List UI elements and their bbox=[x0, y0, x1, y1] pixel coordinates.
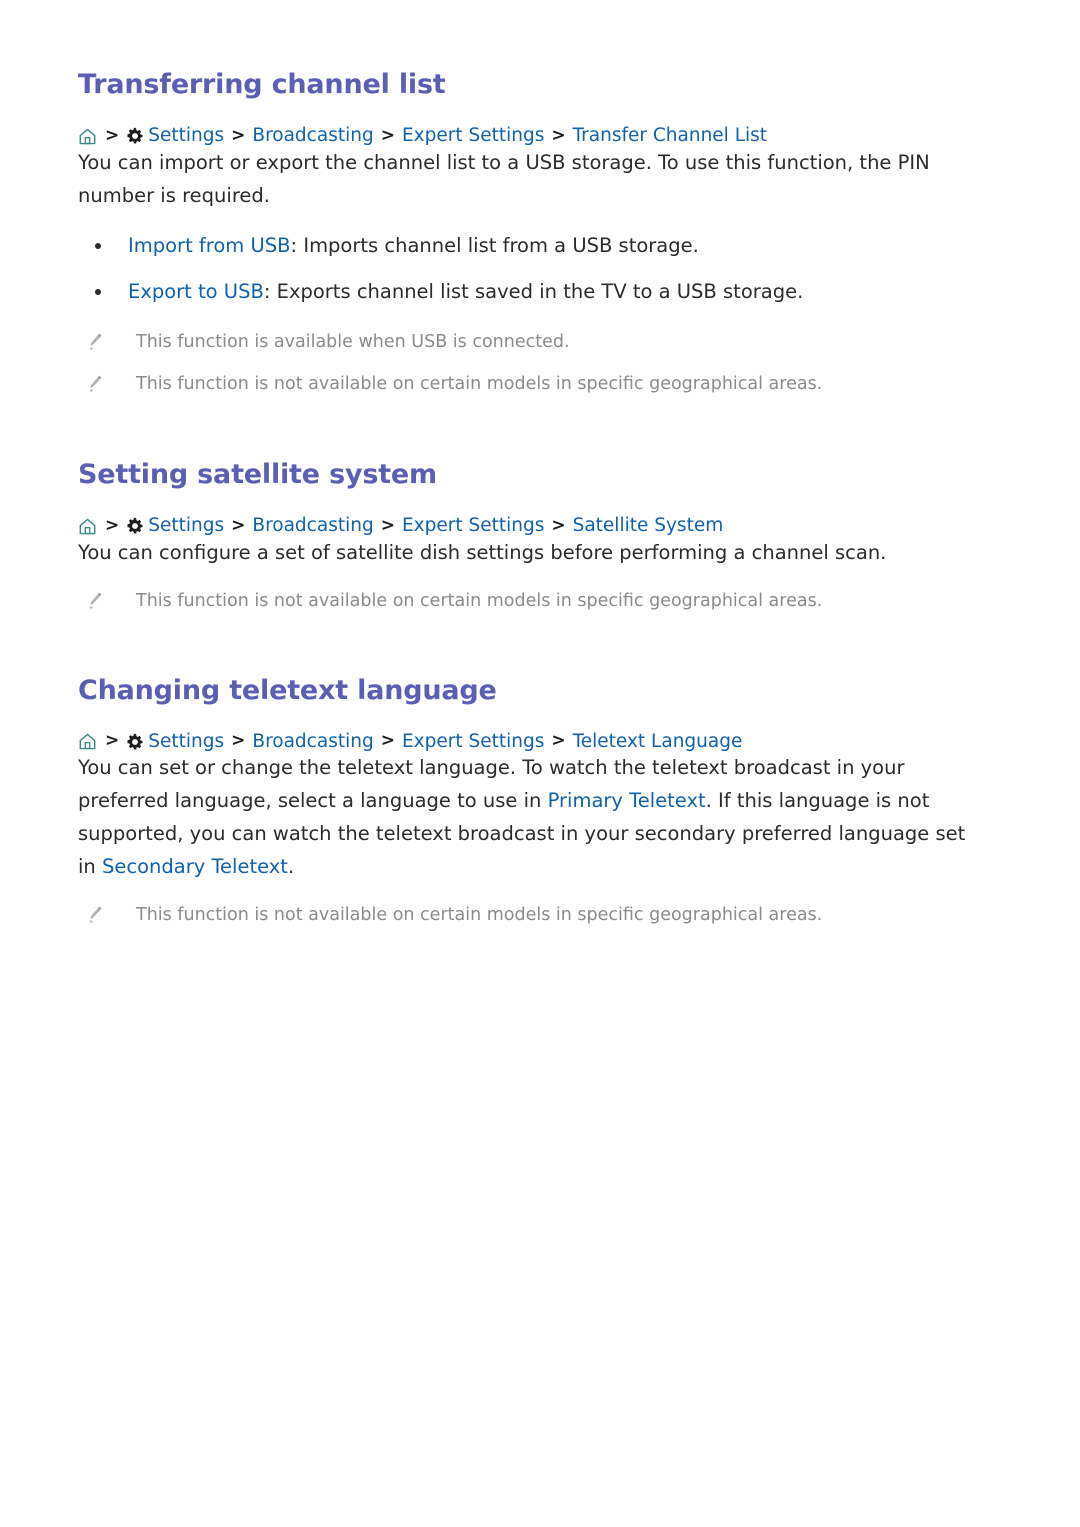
bullet-list: Import from USB: Imports channel list fr… bbox=[78, 231, 1002, 307]
breadcrumb[interactable]: > Settings > Broadcasting > Expert Setti… bbox=[78, 515, 1002, 536]
breadcrumb[interactable]: > Settings > Broadcasting > Expert Setti… bbox=[78, 125, 1002, 146]
breadcrumb-item-settings[interactable]: Settings bbox=[148, 516, 224, 536]
gear-icon[interactable] bbox=[126, 733, 144, 751]
pencil-icon bbox=[87, 374, 104, 393]
section-paragraph: You can set or change the teletext langu… bbox=[78, 751, 978, 883]
home-icon[interactable] bbox=[78, 732, 97, 751]
bullet-separator: : bbox=[263, 279, 277, 303]
link-secondary-teletext[interactable]: Secondary Teletext bbox=[102, 855, 288, 878]
bullet-description: Exports channel list saved in the TV to … bbox=[276, 279, 804, 303]
note-text: This function is not available on certai… bbox=[136, 905, 823, 926]
list-item: Export to USB: Exports channel list save… bbox=[78, 277, 1002, 307]
home-icon[interactable] bbox=[78, 517, 97, 536]
breadcrumb-item-expert-settings[interactable]: Expert Settings bbox=[402, 126, 544, 146]
gear-icon[interactable] bbox=[126, 517, 144, 535]
breadcrumb-separator: > bbox=[231, 125, 246, 146]
breadcrumb-separator: > bbox=[551, 515, 566, 535]
pencil-icon bbox=[87, 332, 104, 351]
pencil-icon bbox=[87, 905, 104, 924]
pencil-icon bbox=[87, 591, 104, 610]
note-line: This function is not available on certai… bbox=[78, 371, 1002, 397]
page-title: Changing teletext language bbox=[78, 674, 497, 706]
breadcrumb-separator: > bbox=[105, 730, 120, 751]
breadcrumb-separator: > bbox=[380, 125, 395, 146]
breadcrumb-item-satellite-system[interactable]: Satellite System bbox=[573, 516, 724, 536]
note-text: This function is not available on certai… bbox=[136, 590, 823, 611]
home-icon[interactable] bbox=[78, 127, 97, 146]
breadcrumb-separator: > bbox=[380, 515, 395, 535]
page-title: Transferring channel list bbox=[78, 69, 446, 100]
note-line: This function is not available on certai… bbox=[78, 588, 1002, 614]
breadcrumb-separator: > bbox=[231, 515, 246, 535]
section-paragraph: You can configure a set of satellite dis… bbox=[78, 540, 887, 564]
section-transferring-channel-list: Transferring channel list > Settings > B… bbox=[78, 0, 1002, 397]
list-item: Import from USB: Imports channel list fr… bbox=[78, 231, 1002, 261]
breadcrumb-item-transfer-channel-list[interactable]: Transfer Channel List bbox=[573, 126, 767, 146]
breadcrumb[interactable]: > Settings > Broadcasting > Expert Setti… bbox=[78, 732, 1002, 751]
bullet-description: Imports channel list from a USB storage. bbox=[303, 233, 699, 257]
breadcrumb-item-settings[interactable]: Settings bbox=[148, 126, 224, 146]
bullet-dot-icon bbox=[95, 288, 101, 295]
note-line: This function is available when USB is c… bbox=[78, 329, 1002, 355]
breadcrumb-separator: > bbox=[105, 515, 120, 535]
bullet-term-import-from-usb[interactable]: Import from USB bbox=[128, 234, 291, 257]
section-setting-satellite-system: Setting satellite system > Settings > Br… bbox=[78, 397, 1002, 614]
breadcrumb-item-expert-settings[interactable]: Expert Settings bbox=[402, 732, 544, 752]
breadcrumb-item-broadcasting[interactable]: Broadcasting bbox=[252, 126, 373, 146]
link-primary-teletext[interactable]: Primary Teletext bbox=[548, 789, 706, 812]
note-text: This function is available when USB is c… bbox=[136, 331, 570, 352]
breadcrumb-item-settings[interactable]: Settings bbox=[148, 732, 224, 752]
section-changing-teletext-language: Changing teletext language > Settings > … bbox=[78, 614, 1002, 929]
document-page: Transferring channel list > Settings > B… bbox=[0, 0, 1080, 928]
page-title: Setting satellite system bbox=[78, 458, 437, 490]
breadcrumb-separator: > bbox=[380, 730, 395, 751]
paragraph-text-part: . bbox=[287, 855, 295, 879]
breadcrumb-separator: > bbox=[551, 125, 566, 146]
bullet-separator: : bbox=[290, 233, 304, 257]
breadcrumb-item-teletext-language[interactable]: Teletext Language bbox=[573, 732, 743, 752]
note-text: This function is not available on certai… bbox=[136, 373, 823, 394]
breadcrumb-separator: > bbox=[231, 730, 246, 751]
bullet-term-export-to-usb[interactable]: Export to USB bbox=[128, 280, 264, 303]
bullet-dot-icon bbox=[95, 242, 101, 249]
breadcrumb-item-expert-settings[interactable]: Expert Settings bbox=[402, 516, 544, 536]
note-line: This function is not available on certai… bbox=[78, 902, 1002, 928]
section-paragraph: You can import or export the channel lis… bbox=[78, 150, 930, 207]
breadcrumb-separator: > bbox=[551, 730, 566, 751]
gear-icon[interactable] bbox=[126, 127, 144, 145]
breadcrumb-separator: > bbox=[105, 125, 120, 146]
breadcrumb-item-broadcasting[interactable]: Broadcasting bbox=[252, 516, 373, 536]
breadcrumb-item-broadcasting[interactable]: Broadcasting bbox=[252, 732, 373, 752]
